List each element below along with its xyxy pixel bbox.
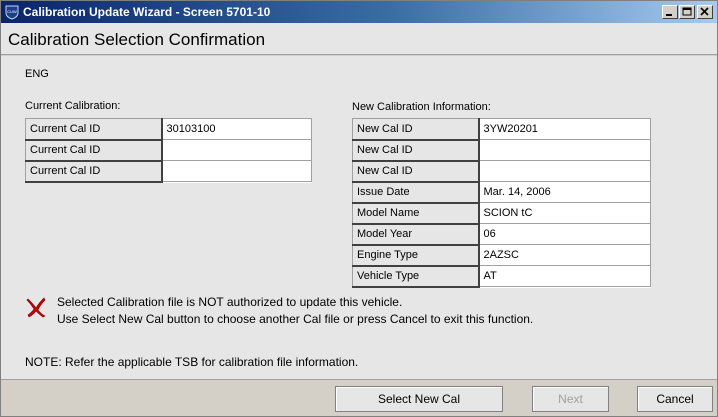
content-area: ENG Current Calibration: Current Cal ID … <box>1 56 717 379</box>
page-header: Calibration Selection Confirmation <box>1 23 717 55</box>
table-row: Issue Date Mar. 14, 2006 <box>352 181 651 204</box>
table-row: Engine Type 2AZSC <box>352 244 651 267</box>
row-label: Vehicle Type <box>352 265 480 288</box>
row-value: SCION tC <box>478 202 651 224</box>
next-button[interactable]: Next <box>532 386 609 412</box>
note-text: NOTE: Refer the applicable TSB for calib… <box>25 355 359 369</box>
cuw-shield-icon: CUW <box>5 5 19 20</box>
close-button[interactable] <box>697 5 713 19</box>
row-label: Current Cal ID <box>25 160 163 183</box>
error-message-line1: Selected Calibration file is NOT authori… <box>57 295 403 309</box>
row-value <box>478 160 651 182</box>
row-value: 3YW20201 <box>478 118 651 140</box>
table-row: Vehicle Type AT <box>352 265 651 288</box>
row-label: New Cal ID <box>352 118 480 141</box>
maximize-button[interactable] <box>679 5 695 19</box>
maximize-icon <box>682 7 692 16</box>
close-icon <box>700 7 709 16</box>
table-row: Model Year 06 <box>352 223 651 246</box>
row-label: New Cal ID <box>352 139 480 162</box>
minimize-button[interactable] <box>662 5 678 19</box>
row-label: Engine Type <box>352 244 480 267</box>
red-x-icon <box>26 297 46 318</box>
table-row: Current Cal ID <box>25 160 312 183</box>
select-new-cal-button[interactable]: Select New Cal <box>335 386 503 412</box>
module-label: ENG <box>25 68 49 80</box>
button-bar: Select New Cal Next Cancel <box>1 379 717 416</box>
table-row: Current Cal ID <box>25 139 312 162</box>
new-calibration-label: New Calibration Information: <box>352 101 491 113</box>
minimize-icon <box>666 14 672 16</box>
row-label: Model Year <box>352 223 480 246</box>
cancel-button[interactable]: Cancel <box>637 386 713 412</box>
svg-text:CUW: CUW <box>7 9 17 14</box>
page-title: Calibration Selection Confirmation <box>8 30 266 49</box>
table-row: New Cal ID <box>352 139 651 162</box>
table-row: New Cal ID <box>352 160 651 183</box>
row-value: 06 <box>478 223 651 245</box>
row-value <box>161 139 312 161</box>
table-row: Model Name SCION tC <box>352 202 651 225</box>
row-label: Current Cal ID <box>25 139 163 162</box>
row-value: AT <box>478 265 651 287</box>
wizard-window: CUW Calibration Update Wizard - Screen 5… <box>0 0 718 417</box>
row-value <box>478 139 651 161</box>
row-label: Current Cal ID <box>25 118 163 141</box>
window-title: Calibration Update Wizard - Screen 5701-… <box>23 5 271 19</box>
error-message-line2: Use Select New Cal button to choose anot… <box>57 312 534 326</box>
current-calibration-label: Current Calibration: <box>25 100 121 112</box>
row-label: Issue Date <box>352 181 480 204</box>
table-row: Current Cal ID 30103100 <box>25 118 312 141</box>
row-value: 30103100 <box>161 118 312 140</box>
title-bar[interactable]: CUW Calibration Update Wizard - Screen 5… <box>1 1 717 23</box>
row-value: 2AZSC <box>478 244 651 266</box>
row-label: New Cal ID <box>352 160 480 183</box>
table-row: New Cal ID 3YW20201 <box>352 118 651 141</box>
new-calibration-table: New Cal ID 3YW20201 New Cal ID New Cal I… <box>352 118 651 288</box>
current-calibration-table: Current Cal ID 30103100 Current Cal ID C… <box>25 118 312 183</box>
row-label: Model Name <box>352 202 480 225</box>
row-value: Mar. 14, 2006 <box>478 181 651 203</box>
row-value <box>161 160 312 182</box>
